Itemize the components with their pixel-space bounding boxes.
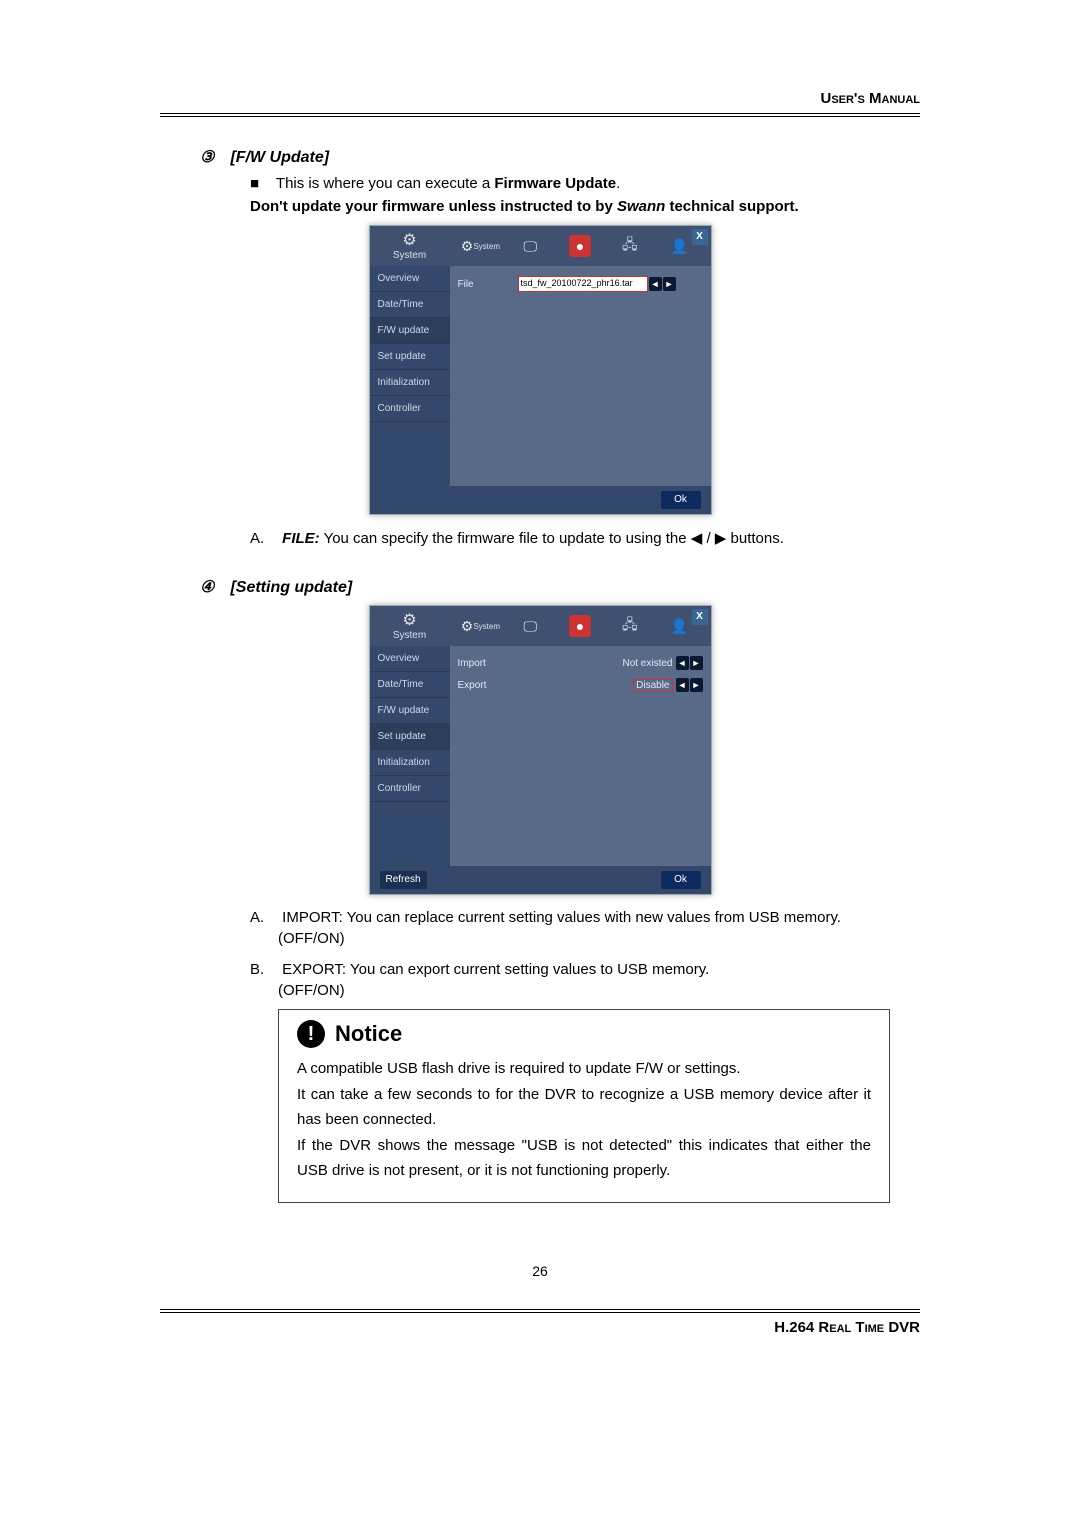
left-triangle-icon: ◀: [691, 530, 703, 547]
dvr-sidebar: Overview Date/Time F/W update Set update…: [370, 646, 450, 866]
section-fw-title: ③ [F/W Update]: [200, 147, 920, 167]
set-b-onoff: (OFF/ON): [278, 982, 920, 999]
set-a-text: IMPORT: You can replace current setting …: [282, 909, 841, 926]
dvr-top-bar: ⚙ System ⚙System 🖵 ● 🖧 👤: [370, 226, 711, 266]
sidebar-item-initialization[interactable]: Initialization: [370, 750, 450, 776]
notice-box: ! Notice A compatible USB flash drive is…: [278, 1009, 890, 1203]
system-top-left: ⚙ System: [370, 606, 450, 646]
notice-icon: !: [297, 1020, 325, 1048]
export-value[interactable]: Disable: [633, 679, 672, 692]
file-next-button[interactable]: ►: [663, 277, 676, 291]
file-prev-button[interactable]: ◄: [649, 277, 662, 291]
notice-line3: If the DVR shows the message "USB is not…: [297, 1133, 871, 1184]
top-icon-network[interactable]: 🖧: [619, 615, 641, 637]
notice-heading: Notice: [335, 1021, 402, 1047]
fw-warn-suffix: technical support.: [665, 198, 798, 215]
top-icon-network[interactable]: 🖧: [619, 235, 641, 257]
import-label: Import: [458, 658, 518, 669]
sidebar-item-overview[interactable]: Overview: [370, 266, 450, 292]
fw-warn-prefix: Don't update your firmware unless instru…: [250, 198, 617, 215]
dvr-sidebar: Overview Date/Time F/W update Set update…: [370, 266, 450, 486]
top-icon-display[interactable]: 🖵: [519, 615, 541, 637]
top-icon-display[interactable]: 🖵: [519, 235, 541, 257]
set-a-onoff: (OFF/ON): [278, 930, 920, 947]
letter-a-end: buttons.: [726, 530, 784, 547]
fw-warning: Don't update your firmware unless instru…: [250, 198, 920, 215]
file-italic: FILE:: [282, 530, 320, 547]
gear-icon: ⚙: [402, 612, 416, 629]
set-title-text: [Setting update]: [230, 579, 352, 596]
sidebar-item-setupdate[interactable]: Set update: [370, 344, 450, 370]
top-icon-record[interactable]: ●: [569, 615, 591, 637]
fw-letter-a: A. FILE: You can specify the firmware fi…: [250, 529, 920, 547]
top-icon-system[interactable]: ⚙System: [469, 235, 491, 257]
set-b-label: B.: [250, 961, 278, 978]
slash: /: [702, 530, 715, 547]
fw-bullet-text-1: This is where you can execute a: [276, 175, 494, 192]
import-value: Not existed: [518, 658, 675, 669]
set-b-text: EXPORT: You can export current setting v…: [282, 961, 709, 978]
letter-a-text: You can specify the firmware file to upd…: [320, 530, 691, 547]
notice-line1: A compatible USB flash drive is required…: [297, 1056, 871, 1082]
ok-button[interactable]: Ok: [661, 871, 701, 889]
export-label: Export: [458, 680, 518, 691]
set-a-label: A.: [250, 909, 278, 926]
system-top-label: System: [370, 630, 450, 641]
sidebar-item-datetime[interactable]: Date/Time: [370, 292, 450, 318]
fw-warn-swann: Swann: [617, 198, 665, 215]
import-next-button[interactable]: ►: [690, 656, 703, 670]
set-letter-b: B. EXPORT: You can export current settin…: [250, 961, 920, 978]
sidebar-item-fwupdate[interactable]: F/W update: [370, 698, 450, 724]
top-icon-system[interactable]: ⚙System: [469, 615, 491, 637]
import-prev-button[interactable]: ◄: [676, 656, 689, 670]
sidebar-item-overview[interactable]: Overview: [370, 646, 450, 672]
top-icon-user[interactable]: 👤: [669, 615, 691, 637]
top-icon-user[interactable]: 👤: [669, 235, 691, 257]
header-right: User's Manual: [160, 90, 920, 117]
letter-a-label: A.: [250, 530, 278, 547]
sidebar-item-setupdate[interactable]: Set update: [370, 724, 450, 750]
dvr-main-panel: File tsd_fw_20100722_phr16.tar◄►: [450, 266, 711, 486]
notice-line2: It can take a few seconds to for the DVR…: [297, 1082, 871, 1133]
ok-button[interactable]: Ok: [661, 491, 701, 509]
fw-bullet-suffix: .: [616, 175, 620, 192]
section-set-title: ④ [Setting update]: [200, 577, 920, 597]
fw-bullet: ■ This is where you can execute a Firmwa…: [250, 175, 920, 192]
dvr-top-bar: ⚙ System ⚙System 🖵 ● 🖧 👤: [370, 606, 711, 646]
refresh-button[interactable]: Refresh: [380, 871, 427, 889]
right-triangle-icon: ▶: [715, 530, 727, 547]
fw-title-text: [F/W Update]: [230, 149, 329, 166]
export-prev-button[interactable]: ◄: [676, 678, 689, 692]
page-number: 26: [160, 1263, 920, 1279]
export-next-button[interactable]: ►: [690, 678, 703, 692]
set-marker: ④: [200, 577, 226, 597]
close-icon[interactable]: X: [692, 229, 708, 245]
system-top-left: ⚙ System: [370, 226, 450, 266]
dvr-screenshot-set: X ⚙ System ⚙System 🖵 ● 🖧 👤 Overview Date…: [369, 605, 712, 895]
gear-icon: ⚙: [402, 232, 416, 249]
dvr-main-panel: Import Not existed ◄► Export Disable ◄►: [450, 646, 711, 866]
system-top-label: System: [370, 250, 450, 261]
sidebar-item-controller[interactable]: Controller: [370, 776, 450, 802]
sidebar-item-datetime[interactable]: Date/Time: [370, 672, 450, 698]
set-letter-a: A. IMPORT: You can replace current setti…: [250, 909, 920, 926]
fw-bullet-bold: Firmware Update: [494, 175, 616, 192]
sidebar-item-controller[interactable]: Controller: [370, 396, 450, 422]
file-label: File: [458, 279, 518, 290]
sidebar-item-fwupdate[interactable]: F/W update: [370, 318, 450, 344]
footer-right: H.264 Real Time DVR: [160, 1309, 920, 1336]
file-input[interactable]: tsd_fw_20100722_phr16.tar: [518, 276, 648, 292]
fw-marker: ③: [200, 147, 226, 167]
square-bullet-icon: ■: [250, 175, 272, 192]
sidebar-item-initialization[interactable]: Initialization: [370, 370, 450, 396]
dvr-screenshot-fw: X ⚙ System ⚙System 🖵 ● 🖧 👤 Overview Date…: [369, 225, 712, 515]
close-icon[interactable]: X: [692, 609, 708, 625]
top-icon-record[interactable]: ●: [569, 235, 591, 257]
